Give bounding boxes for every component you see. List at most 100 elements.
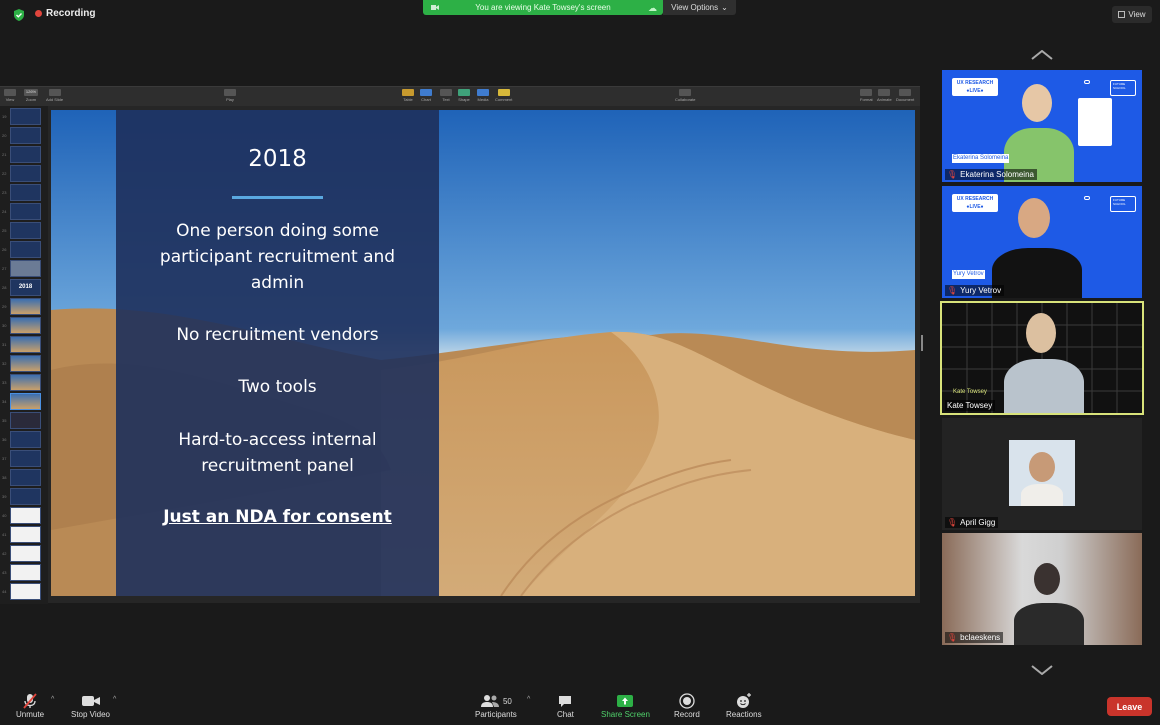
chart-button[interactable]: Chart	[420, 89, 432, 102]
document-button[interactable]: Document	[896, 89, 914, 102]
logo-text: UX RESEARCH	[956, 80, 994, 86]
top-bar: Recording You are viewing Kate Towsey's …	[0, 0, 1160, 30]
slide-thumbnail[interactable]	[10, 336, 41, 353]
chevron-down-icon: ⌄	[721, 3, 728, 12]
slide-thumbnail[interactable]	[10, 260, 41, 277]
bg-logo: FUTURE SCHOOL	[1110, 196, 1136, 212]
name-overlay: Kate Towsey	[953, 389, 987, 395]
slide-thumbnail[interactable]	[10, 412, 41, 429]
slide-thumbnail[interactable]	[10, 298, 41, 315]
stop-video-button[interactable]: Stop Video	[71, 692, 110, 719]
collaborate-button[interactable]: Collaborate	[675, 89, 695, 102]
slide-thumbnail[interactable]	[10, 146, 41, 163]
leave-button[interactable]: Leave	[1107, 697, 1152, 716]
gallery-resize-handle[interactable]	[921, 335, 923, 351]
participant-name-tag: Kate Towsey	[945, 400, 996, 411]
participant-video-tile[interactable]: UX RESEARCH ●LIVE● FUTURE SCHOOL Yury Vet…	[942, 186, 1142, 298]
slide-thumbnail[interactable]	[10, 355, 41, 372]
record-icon	[679, 692, 695, 710]
play-button[interactable]: Play	[224, 89, 236, 102]
slide-thumbnail[interactable]	[10, 393, 41, 410]
banner-text: You are viewing Kate Towsey's screen	[475, 3, 611, 12]
ux-research-logo: UX RESEARCH ●LIVE●	[952, 194, 998, 212]
participant-video-tile-active-speaker[interactable]: Kate Towsey Kate Towsey	[940, 301, 1144, 415]
share-screen-button[interactable]: Share Screen	[601, 692, 650, 719]
audio-options-caret-icon[interactable]: ^	[51, 696, 54, 703]
slide-thumbnail[interactable]	[10, 488, 41, 505]
slide-thumbnail[interactable]	[10, 203, 41, 220]
chart-icon	[420, 89, 432, 96]
chat-button[interactable]: Chat	[557, 692, 574, 719]
presentation-slide: 2018 One person doing some participant r…	[51, 110, 915, 596]
slide-thumbnail-number: 19	[2, 114, 7, 119]
participant-face	[1022, 84, 1052, 122]
slide-navigator[interactable]: 19 20 21 22 23 24 25 26 27 28 2018 29 30 31 32 33 34 35 36…	[0, 106, 48, 604]
security-shield-icon[interactable]	[12, 8, 26, 22]
text-icon	[440, 89, 452, 96]
add-slide-button[interactable]: Add Slide	[46, 89, 63, 102]
bg-pill	[1084, 196, 1090, 200]
slide-thumbnail[interactable]	[10, 165, 41, 182]
slide-thumbnail[interactable]	[10, 374, 41, 391]
slide-thumbnail-number: 35	[2, 418, 7, 423]
zoom-select[interactable]: 126% Zoom	[24, 89, 38, 102]
participants-button[interactable]: 50 Participants	[475, 692, 517, 719]
add-slide-label: Add Slide	[46, 97, 64, 102]
view-button[interactable]: View	[1112, 6, 1152, 23]
mic-muted-icon: 🎙	[947, 286, 958, 295]
slide-thumbnail[interactable]	[10, 469, 41, 486]
record-button[interactable]: Record	[674, 692, 700, 719]
slide-thumbnail[interactable]	[10, 545, 41, 562]
participants-icon: 50	[480, 692, 512, 710]
slide-thumbnail[interactable]	[10, 564, 41, 581]
bg-logo: FUTURE SCHOOL	[1110, 80, 1136, 96]
shape-button[interactable]: Shape	[458, 89, 470, 102]
reactions-button[interactable]: Reactions	[726, 692, 762, 719]
mic-muted-icon: 🎙	[947, 170, 958, 179]
bg-pill	[1084, 80, 1090, 84]
participant-name: Yury Vetrov	[960, 286, 1002, 295]
smiley-plus-icon	[735, 692, 753, 710]
view-menu-button[interactable]: View	[4, 89, 16, 102]
share-screen-icon	[616, 692, 634, 710]
slide-thumbnail[interactable]	[10, 507, 41, 524]
slide-thumbnail[interactable]	[10, 526, 41, 543]
slide-thumbnail-number: 29	[2, 304, 7, 309]
chat-bubble-icon	[557, 692, 573, 710]
slide-thumbnail[interactable]	[10, 222, 41, 239]
zoom-label: Zoom	[25, 97, 37, 102]
participant-video-tile[interactable]: 🎙 bclaeskens	[942, 533, 1142, 645]
slide-thumbnail[interactable]	[10, 184, 41, 201]
slide-thumbnail[interactable]	[10, 583, 41, 600]
slide-thumbnail[interactable]: 2018	[10, 279, 41, 296]
future-text: FUTURE SCHOOL	[1113, 82, 1126, 90]
participant-video-tile[interactable]: 🎙 April Gigg	[942, 418, 1142, 530]
comment-button[interactable]: Comment	[495, 89, 512, 102]
slide-thumbnail-number: 42	[2, 551, 7, 556]
participants-options-caret-icon[interactable]: ^	[527, 696, 530, 703]
unmute-button[interactable]: Unmute	[16, 692, 44, 719]
animate-button[interactable]: Animate	[877, 89, 892, 102]
table-button[interactable]: Table	[402, 89, 414, 102]
slide-thumbnail-number: 40	[2, 513, 7, 518]
slide-thumbnail[interactable]	[10, 431, 41, 448]
recording-dot-icon	[35, 10, 42, 17]
media-button[interactable]: Media	[477, 89, 489, 102]
slide-thumbnail[interactable]	[10, 127, 41, 144]
format-button[interactable]: Format	[860, 89, 873, 102]
shape-label: Shape	[458, 97, 470, 102]
screen-share-banner: You are viewing Kate Towsey's screen ☁	[423, 0, 663, 15]
text-button[interactable]: Text	[440, 89, 452, 102]
recording-indicator[interactable]: Recording	[35, 8, 95, 19]
participant-video-tile[interactable]: UX RESEARCH ●LIVE● FUTURE SCHOOL Ekaterin…	[942, 70, 1142, 182]
format-icon	[860, 89, 873, 96]
chevron-down-icon[interactable]	[1031, 665, 1053, 675]
slide-thumbnail[interactable]	[10, 108, 41, 125]
chevron-up-icon[interactable]	[1031, 50, 1053, 60]
view-options-button[interactable]: View Options ⌄	[663, 0, 736, 15]
slide-thumbnail[interactable]	[10, 450, 41, 467]
slide-thumbnail-number: 31	[2, 342, 7, 347]
video-options-caret-icon[interactable]: ^	[113, 696, 116, 703]
slide-thumbnail[interactable]	[10, 241, 41, 258]
slide-thumbnail[interactable]	[10, 317, 41, 334]
